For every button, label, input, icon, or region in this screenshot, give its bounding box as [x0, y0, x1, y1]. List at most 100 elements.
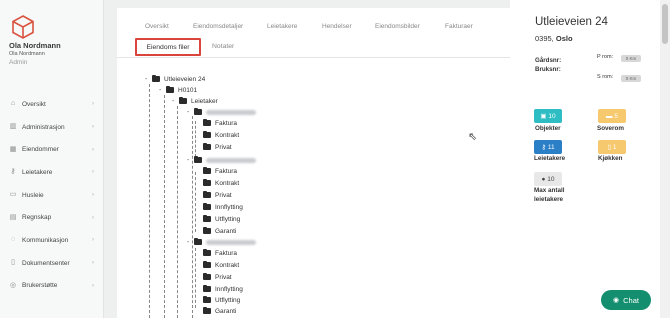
sidebar: Ola Nordmann Ola Nordmann Admin ⌂ Oversik… — [0, 0, 104, 318]
key-icon: ⚷ — [541, 144, 548, 151]
folder-icon — [203, 284, 211, 292]
tab-fakturaer[interactable]: Fakturaer — [445, 23, 473, 30]
sidebar-nav: ⌂ Oversikt › ▥ Administrasjon › ▦ Eiendommer ›… — [0, 93, 104, 297]
tree-node-label: Faktura — [215, 167, 238, 175]
kjokken-stat: ▯ 1 — [598, 140, 626, 154]
chat-label: Chat — [623, 295, 639, 305]
tree-guide-line — [149, 84, 150, 318]
tree-node-folder[interactable]: Kontrakt — [203, 130, 239, 140]
sidebar-item-label: Administrasjon — [22, 123, 65, 131]
key-icon: ⚷ — [10, 168, 16, 176]
folder-icon — [203, 214, 211, 222]
tree-node-leietaker[interactable]: - Leietaker — [172, 96, 218, 106]
folder-open-icon — [166, 85, 174, 93]
tab-leietakere[interactable]: Leietakere — [267, 23, 297, 30]
tree-guide-line — [192, 116, 193, 318]
tab-oversikt[interactable]: Oversikt — [145, 23, 169, 30]
collapse-icon[interactable]: - — [187, 157, 192, 164]
tree-node-tenant[interactable]: - — [187, 107, 256, 117]
tree-node-unit[interactable]: - H0101 — [159, 85, 197, 95]
redacted-tenant-name — [206, 109, 256, 115]
collapse-icon[interactable]: - — [172, 98, 177, 105]
tree-node-folder[interactable]: Privat — [203, 272, 232, 282]
document-icon: ▯ — [11, 259, 15, 267]
sidebar-item-label: Leietakere — [22, 168, 53, 176]
tree-node-folder[interactable]: Utflytting — [203, 295, 240, 305]
tree-node-folder[interactable]: Faktura — [203, 118, 237, 128]
tab-notater[interactable]: Notater — [212, 43, 234, 50]
p-rom-label: P rom: — [597, 54, 614, 60]
folder-icon — [203, 190, 211, 198]
property-address: 0395, Oslo — [535, 34, 573, 43]
tab-eiendomsbilder[interactable]: Eiendomsbilder — [375, 23, 420, 30]
folder-icon — [203, 118, 211, 126]
collapse-icon[interactable]: - — [187, 109, 192, 116]
tree-node-label: H0101 — [178, 86, 198, 94]
tree-node-folder[interactable]: Kontrakt — [203, 178, 239, 188]
objekter-stat: ▣ 10 — [534, 109, 562, 123]
tree-node-folder[interactable]: Privat — [203, 142, 232, 152]
mouse-cursor-icon: ⇖ — [468, 131, 478, 143]
folder-icon — [203, 260, 211, 268]
tree-node-folder[interactable]: Utflytting — [203, 214, 240, 224]
max-leietakere-stat: ● 10 — [534, 172, 562, 186]
chevron-right-icon: › — [92, 237, 94, 244]
s-rom-value: 0 Km — [621, 75, 641, 82]
tree-guide-line — [164, 95, 165, 318]
max-leietakere-label-2: leietakere — [534, 196, 564, 203]
bed-icon: ▬ — [606, 112, 615, 120]
leietakere-stat: ⚷ 11 — [534, 140, 562, 154]
objekter-label: Objekter — [535, 125, 561, 132]
tree-node-folder[interactable]: Innflytting — [203, 202, 243, 212]
chat-button[interactable]: ◉ Chat — [601, 290, 651, 310]
sidebar-item-oversikt[interactable]: ⌂ Oversikt › — [0, 93, 104, 116]
tab-eiendomsdetaljer[interactable]: Eiendomsdetaljer — [193, 23, 243, 30]
tree-guide-line — [195, 172, 196, 232]
tree-node-folder[interactable]: Kontrakt — [203, 260, 239, 270]
tree-node-tenant[interactable]: - — [187, 155, 256, 165]
folder-icon — [203, 295, 211, 303]
page-scrollbar[interactable] — [660, 0, 670, 318]
tree-node-tenant[interactable]: - — [187, 237, 256, 247]
sidebar-item-eiendommer[interactable]: ▦ Eiendommer › — [0, 138, 104, 161]
folder-icon — [203, 130, 211, 138]
tree-node-label: Utleieveien 24 — [164, 75, 206, 83]
sidebar-item-leietakere[interactable]: ⚷ Leietakere › — [0, 161, 104, 184]
chat-bubble-icon: ◉ — [613, 297, 620, 304]
tree-node-folder[interactable]: Innflytting — [203, 284, 243, 294]
building-icon: ▦ — [9, 145, 17, 153]
tree-node-folder[interactable]: Privat — [203, 190, 232, 200]
sidebar-item-label: Oversikt — [22, 100, 46, 108]
tree-node-folder[interactable]: Garanti — [203, 306, 236, 316]
tree-node-folder[interactable]: Garanti — [203, 226, 236, 236]
sidebar-item-regnskap[interactable]: ▤ Regnskap › — [0, 206, 104, 229]
collapse-icon[interactable]: - — [159, 87, 164, 94]
tree-guide-line — [195, 121, 196, 157]
scrollbar-thumb[interactable] — [662, 4, 668, 44]
folder-open-icon — [179, 96, 187, 104]
tab-bar-secondary: Eiendoms filer Notater — [117, 38, 510, 58]
tree-node-folder[interactable]: Faktura — [203, 166, 237, 176]
sidebar-item-brukerstotte[interactable]: ◎ Brukerstøtte › — [0, 275, 104, 298]
collapse-icon[interactable]: - — [145, 76, 150, 83]
sidebar-item-kommunikasjon[interactable]: ◌ Kommunikasjon › — [0, 229, 104, 252]
tree-node-label: Innflytting — [215, 285, 243, 293]
folder-icon — [203, 272, 211, 280]
chevron-right-icon: › — [92, 101, 94, 108]
tree-node-folder[interactable]: Faktura — [203, 248, 237, 258]
logo-cube-icon — [12, 15, 34, 39]
user-subname: Ola Nordmann — [9, 51, 45, 57]
sidebar-item-husleie[interactable]: ▭ Husleie › — [0, 184, 104, 207]
collapse-icon[interactable]: - — [187, 239, 192, 246]
chevron-right-icon: › — [92, 169, 94, 176]
tab-eiendoms-filer[interactable]: Eiendoms filer — [135, 38, 201, 56]
chat-icon: ◌ — [10, 236, 16, 244]
folder-icon — [203, 202, 211, 210]
main-panel: Oversikt Eiendomsdetaljer Leietakere Hen… — [117, 8, 510, 318]
leietakere-label: Leietakere — [534, 155, 566, 162]
sidebar-item-dokumentsenter[interactable]: ▯ Dokumentsenter › — [0, 252, 104, 275]
tab-hendelser[interactable]: Hendelser — [322, 23, 352, 30]
gardsnr-label: Gårdsnr: — [535, 57, 562, 64]
tree-node-root[interactable]: - Utleieveien 24 — [145, 74, 205, 84]
sidebar-item-administrasjon[interactable]: ▥ Administrasjon › — [0, 116, 104, 139]
